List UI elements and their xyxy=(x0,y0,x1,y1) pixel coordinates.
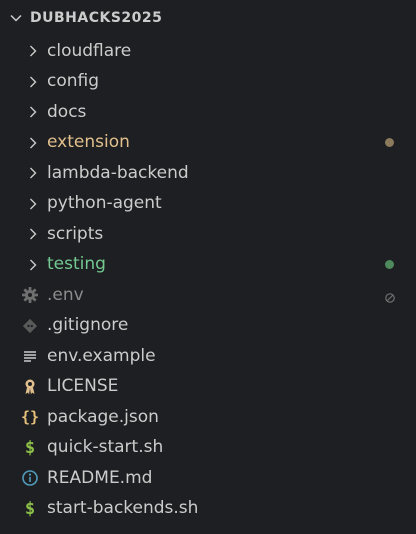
dollar-icon: $ xyxy=(24,437,36,458)
folder-python-agent[interactable]: python-agent xyxy=(0,189,416,220)
license-icon xyxy=(20,377,40,397)
folder-cloudflare[interactable]: cloudflare xyxy=(0,36,416,67)
file-label: start-backends.sh xyxy=(47,498,199,519)
ignored-indicator-icon xyxy=(384,289,396,304)
chevron-right-icon[interactable] xyxy=(24,164,42,182)
file-label: LICENSE xyxy=(47,376,119,397)
git-icon xyxy=(20,316,40,336)
dollar-icon: $ xyxy=(24,498,36,519)
chevron-right-icon[interactable] xyxy=(24,42,42,60)
gear-icon xyxy=(20,285,40,305)
file-quick-start-sh[interactable]: $ quick-start.sh xyxy=(0,433,416,464)
folder-label: extension xyxy=(47,132,130,153)
lines-icon xyxy=(20,346,40,366)
untracked-indicator-dot xyxy=(385,260,394,270)
file-env[interactable]: .env xyxy=(0,280,416,311)
file-label: quick-start.sh xyxy=(47,437,164,458)
file-license[interactable]: LICENSE xyxy=(0,372,416,403)
file-label: .env xyxy=(47,284,84,305)
chevron-right-icon[interactable] xyxy=(24,103,42,121)
folder-label: lambda-backend xyxy=(47,162,189,183)
folder-config[interactable]: config xyxy=(0,67,416,98)
folder-label: config xyxy=(47,71,100,92)
file-gitignore[interactable]: .gitignore xyxy=(0,311,416,342)
file-label: env.example xyxy=(47,345,156,366)
file-package-json[interactable]: {} package.json xyxy=(0,402,416,433)
folder-label: python-agent xyxy=(47,193,162,214)
folder-label: docs xyxy=(47,101,87,122)
chevron-down-icon[interactable] xyxy=(6,8,26,28)
folder-scripts[interactable]: scripts xyxy=(0,219,416,250)
file-start-backends-sh[interactable]: $ start-backends.sh xyxy=(0,494,416,525)
file-readme-md[interactable]: README.md xyxy=(0,463,416,494)
folder-testing[interactable]: testing xyxy=(0,250,416,281)
chevron-right-icon[interactable] xyxy=(24,73,42,91)
file-label: README.md xyxy=(47,467,153,488)
file-label: .gitignore xyxy=(47,315,129,336)
chevron-right-icon[interactable] xyxy=(24,134,42,152)
chevron-right-icon[interactable] xyxy=(24,256,42,274)
folder-label: cloudflare xyxy=(47,40,132,61)
info-icon xyxy=(20,468,40,488)
file-label: package.json xyxy=(47,406,159,427)
explorer-root-header[interactable]: DUBHACKS2025 xyxy=(0,0,416,36)
chevron-right-icon[interactable] xyxy=(24,195,42,213)
braces-icon: {} xyxy=(20,408,40,427)
folder-lambda-backend[interactable]: lambda-backend xyxy=(0,158,416,189)
file-env-example[interactable]: env.example xyxy=(0,341,416,372)
folder-label: scripts xyxy=(47,223,104,244)
folder-label: testing xyxy=(47,254,106,275)
file-explorer: DUBHACKS2025 cloudflare config docs exte… xyxy=(0,0,416,534)
modified-indicator-dot xyxy=(385,138,394,148)
folder-docs[interactable]: docs xyxy=(0,97,416,128)
chevron-right-icon[interactable] xyxy=(24,225,42,243)
folder-extension[interactable]: extension xyxy=(0,128,416,159)
workspace-root-label: DUBHACKS2025 xyxy=(30,10,163,26)
